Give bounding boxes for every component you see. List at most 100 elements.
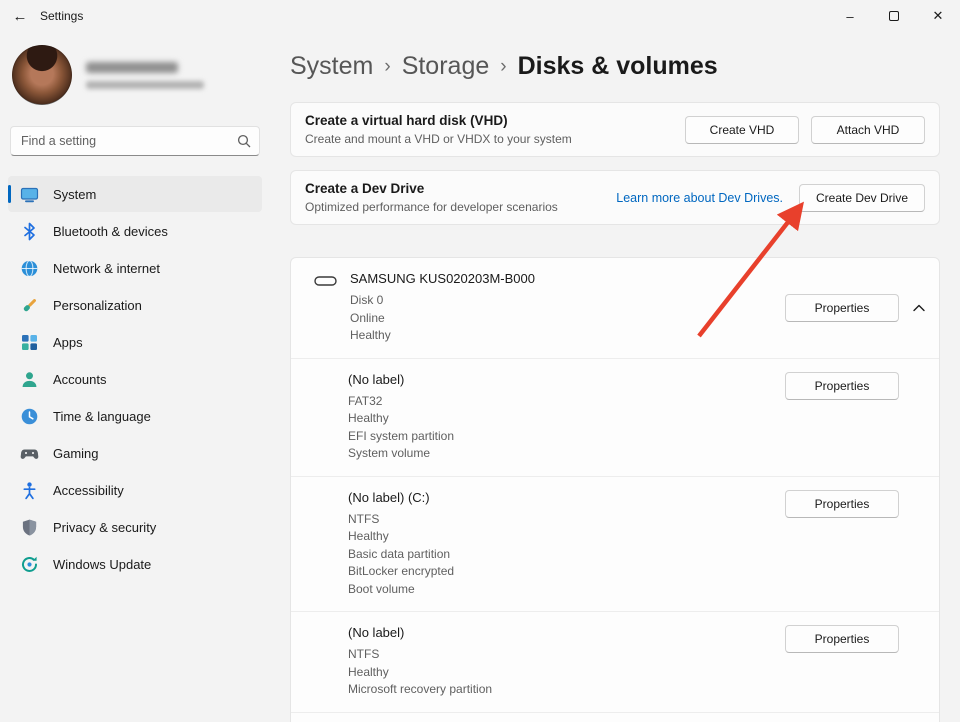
minimize-button[interactable]: – — [828, 0, 872, 32]
disk-info: SAMSUNG KUS020203M-B000 Disk 0 Online He… — [314, 271, 785, 345]
sidebar-item-windows-update[interactable]: Windows Update — [8, 546, 262, 582]
dev-drive-learn-more-link[interactable]: Learn more about Dev Drives. — [616, 191, 783, 205]
disk-detail: Online — [350, 310, 535, 328]
user-name-blurred — [86, 62, 178, 73]
volume-name: (No label) (C:) — [348, 490, 454, 505]
properties-button[interactable]: Properties — [785, 625, 899, 653]
create-vhd-button[interactable]: Create VHD — [685, 116, 799, 144]
sidebar-item-system[interactable]: System — [8, 176, 262, 212]
maximize-button[interactable] — [872, 0, 916, 32]
bluetooth-icon — [20, 222, 39, 241]
volume-info: (No label) (C:) NTFS Healthy Basic data … — [314, 490, 785, 599]
create-dev-drive-button[interactable]: Create Dev Drive — [799, 184, 925, 212]
minimize-icon: – — [846, 9, 853, 24]
row-controls: Properties — [785, 490, 939, 518]
window-controls: – ✕ — [828, 0, 960, 32]
sidebar-item-label: Accounts — [53, 372, 106, 387]
sidebar-nav: System Bluetooth & devices Network & int… — [8, 176, 262, 582]
disk-detail: Disk 0 — [350, 292, 535, 310]
apps-grid-icon — [20, 333, 39, 352]
attach-vhd-button[interactable]: Attach VHD — [811, 116, 925, 144]
table-row: Windows RE tools NTFS Healthy Properties — [291, 712, 939, 722]
vhd-card-description: Create and mount a VHD or VHDX to your s… — [305, 132, 685, 146]
sidebar-item-label: Apps — [53, 335, 83, 350]
sidebar-item-label: Network & internet — [53, 261, 160, 276]
sidebar-item-network-internet[interactable]: Network & internet — [8, 250, 262, 286]
vhd-card-text: Create a virtual hard disk (VHD) Create … — [305, 113, 685, 146]
vhd-card: Create a virtual hard disk (VHD) Create … — [290, 102, 940, 157]
user-profile[interactable] — [8, 40, 262, 110]
row-controls: Properties — [785, 372, 939, 400]
properties-button[interactable]: Properties — [785, 372, 899, 400]
row-controls: Properties — [785, 294, 939, 322]
sidebar: System Bluetooth & devices Network & int… — [0, 32, 270, 722]
volume-detail: Basic data partition — [348, 546, 454, 564]
paintbrush-icon — [20, 296, 39, 315]
user-email-blurred — [86, 81, 204, 89]
sidebar-item-accounts[interactable]: Accounts — [8, 361, 262, 397]
volume-name: (No label) — [348, 372, 454, 387]
maximize-icon — [889, 11, 899, 21]
search-icon — [237, 134, 251, 148]
sidebar-item-label: Bluetooth & devices — [53, 224, 168, 239]
chevron-right-icon: › — [384, 48, 390, 84]
disk-list: SAMSUNG KUS020203M-B000 Disk 0 Online He… — [290, 257, 940, 722]
clock-icon — [20, 407, 39, 426]
disk-text: SAMSUNG KUS020203M-B000 Disk 0 Online He… — [350, 271, 535, 345]
back-arrow-icon: ← — [13, 8, 28, 25]
sidebar-item-time-language[interactable]: Time & language — [8, 398, 262, 434]
dev-drive-card-title: Create a Dev Drive — [305, 181, 616, 196]
breadcrumb: System › Storage › Disks & volumes — [290, 48, 940, 84]
dev-drive-card-description: Optimized performance for developer scen… — [305, 200, 616, 214]
sidebar-item-label: Gaming — [53, 446, 99, 461]
volume-text: (No label) (C:) NTFS Healthy Basic data … — [348, 490, 454, 599]
search-input[interactable] — [10, 126, 260, 156]
volume-info: (No label) FAT32 Healthy EFI system part… — [314, 372, 785, 463]
back-button[interactable]: ← — [0, 0, 40, 32]
window-title: Settings — [40, 9, 83, 23]
vhd-card-buttons: Create VHD Attach VHD — [685, 116, 925, 144]
breadcrumb-storage[interactable]: Storage — [402, 49, 490, 83]
sidebar-item-label: Windows Update — [53, 557, 151, 572]
disk-name: SAMSUNG KUS020203M-B000 — [350, 271, 535, 286]
sidebar-item-label: System — [53, 187, 96, 202]
row-controls: Properties — [785, 625, 939, 653]
sidebar-item-personalization[interactable]: Personalization — [8, 287, 262, 323]
volume-detail: EFI system partition — [348, 428, 454, 446]
volume-text: (No label) NTFS Healthy Microsoft recove… — [348, 625, 492, 699]
sidebar-item-bluetooth-devices[interactable]: Bluetooth & devices — [8, 213, 262, 249]
page-title: Disks & volumes — [518, 49, 718, 83]
disk-detail: Healthy — [350, 327, 535, 345]
vhd-card-title: Create a virtual hard disk (VHD) — [305, 113, 685, 128]
volume-detail: Healthy — [348, 528, 454, 546]
properties-button[interactable]: Properties — [785, 490, 899, 518]
settings-window: ← Settings – ✕ — [0, 0, 960, 722]
volume-detail: Healthy — [348, 410, 454, 428]
table-row: (No label) NTFS Healthy Microsoft recove… — [291, 611, 939, 712]
breadcrumb-system[interactable]: System — [290, 49, 373, 83]
sidebar-item-apps[interactable]: Apps — [8, 324, 262, 360]
volume-name: (No label) — [348, 625, 492, 640]
volume-detail: Microsoft recovery partition — [348, 681, 492, 699]
avatar — [12, 45, 72, 105]
close-icon: ✕ — [933, 8, 944, 24]
sidebar-item-accessibility[interactable]: Accessibility — [8, 472, 262, 508]
volume-detail: Boot volume — [348, 581, 454, 599]
system-icon — [20, 185, 39, 204]
dev-drive-card-text: Create a Dev Drive Optimized performance… — [305, 181, 616, 214]
person-icon — [20, 370, 39, 389]
sidebar-item-gaming[interactable]: Gaming — [8, 435, 262, 471]
volume-info: (No label) NTFS Healthy Microsoft recove… — [314, 625, 785, 699]
sidebar-item-privacy-security[interactable]: Privacy & security — [8, 509, 262, 545]
accessibility-person-icon — [20, 481, 39, 500]
close-button[interactable]: ✕ — [916, 0, 960, 32]
search-box — [10, 126, 260, 156]
volume-detail: NTFS — [348, 646, 492, 664]
collapse-chevron-up-icon[interactable] — [899, 304, 939, 312]
properties-button[interactable]: Properties — [785, 294, 899, 322]
sidebar-item-label: Privacy & security — [53, 520, 156, 535]
shield-icon — [20, 518, 39, 537]
sidebar-item-label: Personalization — [53, 298, 142, 313]
main-content: System › Storage › Disks & volumes Creat… — [270, 32, 960, 722]
volume-detail: System volume — [348, 445, 454, 463]
